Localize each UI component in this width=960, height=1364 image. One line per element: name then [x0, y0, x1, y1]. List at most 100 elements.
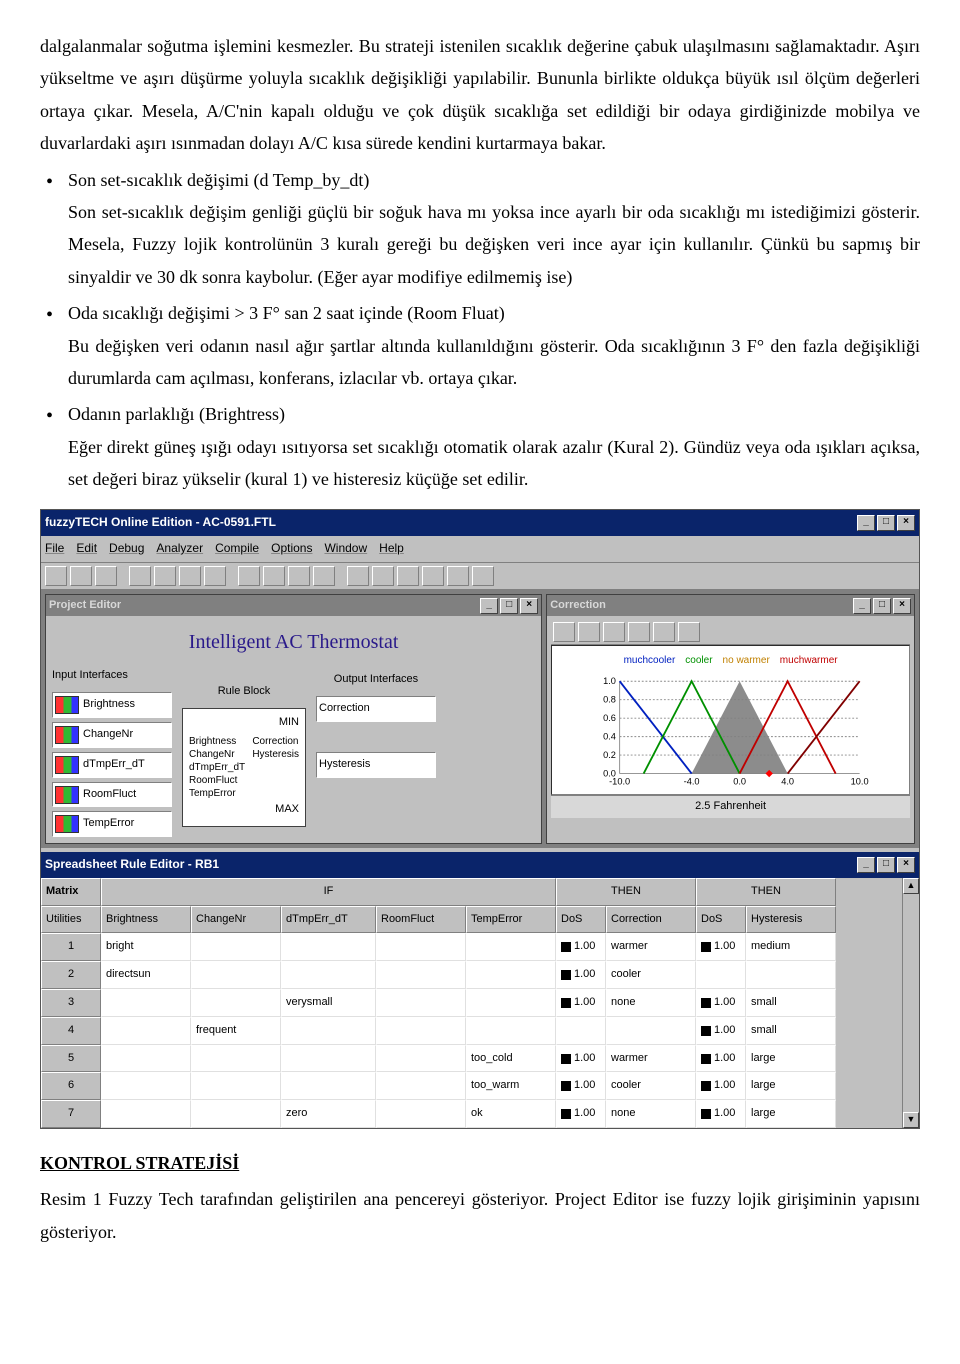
minimize-button[interactable]: _	[480, 598, 498, 614]
input-node-changenr[interactable]: ChangeNr	[52, 722, 172, 748]
toolbar-button[interactable]	[603, 622, 625, 642]
rule-cell[interactable]	[191, 933, 281, 961]
minimize-button[interactable]: _	[857, 857, 875, 873]
rule-cell[interactable]: 4	[41, 1017, 101, 1045]
dos-cell[interactable]: 1.00	[556, 989, 606, 1017]
col-dtmperr[interactable]: dTmpErr_dT	[281, 906, 376, 934]
input-node-temperror[interactable]: TempError	[52, 811, 172, 837]
dos-cell[interactable]: 1.00	[696, 1017, 746, 1045]
rule-cell[interactable]: too_cold	[466, 1045, 556, 1073]
dos-cell[interactable]: 1.00	[556, 1045, 606, 1073]
rule-cell[interactable]: warmer	[606, 933, 696, 961]
rule-cell[interactable]: none	[606, 1100, 696, 1128]
menu-compile[interactable]: Compile	[215, 538, 259, 560]
toolbar-button[interactable]	[129, 566, 151, 586]
toolbar-button[interactable]	[263, 566, 285, 586]
utilities-button[interactable]: Utilities	[41, 906, 101, 934]
rule-cell[interactable]	[376, 989, 466, 1017]
input-node-dtmperr[interactable]: dTmpErr_dT	[52, 752, 172, 778]
main-titlebar[interactable]: fuzzyTECH Online Edition - AC-0591.FTL _…	[41, 510, 919, 536]
col-changenr[interactable]: ChangeNr	[191, 906, 281, 934]
rule-cell[interactable]: bright	[101, 933, 191, 961]
toolbar-button[interactable]	[238, 566, 260, 586]
rule-cell[interactable]	[376, 961, 466, 989]
menu-file[interactable]: File	[45, 538, 64, 560]
rule-cell[interactable]	[376, 1045, 466, 1073]
rule-cell[interactable]: medium	[746, 933, 836, 961]
rule-cell[interactable]	[101, 1072, 191, 1100]
toolbar-button[interactable]	[313, 566, 335, 586]
toolbar-button[interactable]	[422, 566, 444, 586]
toolbar-button[interactable]	[70, 566, 92, 586]
toolbar-button[interactable]	[154, 566, 176, 586]
rule-cell[interactable]	[281, 1072, 376, 1100]
toolbar-button[interactable]	[578, 622, 600, 642]
rule-cell[interactable]	[376, 1072, 466, 1100]
rule-cell[interactable]: 5	[41, 1045, 101, 1073]
dos-cell[interactable]: 1.00	[696, 989, 746, 1017]
rule-cell[interactable]: large	[746, 1100, 836, 1128]
scroll-down-button[interactable]: ▼	[903, 1112, 919, 1128]
rule-row[interactable]: 7zerook1.00none1.00large	[41, 1100, 902, 1128]
rule-cell[interactable]	[101, 1100, 191, 1128]
rule-cell[interactable]: 1	[41, 933, 101, 961]
toolbar-button[interactable]	[179, 566, 201, 586]
menu-window[interactable]: Window	[324, 538, 367, 560]
toolbar-button[interactable]	[288, 566, 310, 586]
col-hysteresis[interactable]: Hysteresis	[746, 906, 836, 934]
rule-cell[interactable]	[466, 1017, 556, 1045]
menu-analyzer[interactable]: Analyzer	[156, 538, 203, 560]
toolbar-button[interactable]	[653, 622, 675, 642]
menu-debug[interactable]: Debug	[109, 538, 144, 560]
dos-cell[interactable]: 1.00	[696, 1100, 746, 1128]
rule-row[interactable]: 3verysmall1.00none1.00small	[41, 989, 902, 1017]
input-node-brightness[interactable]: Brightness	[52, 692, 172, 718]
dos-cell[interactable]: 1.00	[556, 961, 606, 989]
maximize-button[interactable]: □	[877, 857, 895, 873]
vertical-scrollbar[interactable]: ▲ ▼	[902, 878, 919, 1128]
rule-cell[interactable]: none	[606, 989, 696, 1017]
maximize-button[interactable]: □	[877, 515, 895, 531]
toolbar-button[interactable]	[45, 566, 67, 586]
rule-cell[interactable]	[466, 989, 556, 1017]
toolbar-button[interactable]	[204, 566, 226, 586]
rule-cell[interactable]: warmer	[606, 1045, 696, 1073]
rule-cell[interactable]: 7	[41, 1100, 101, 1128]
toolbar-button[interactable]	[553, 622, 575, 642]
menu-options[interactable]: Options	[271, 538, 312, 560]
rule-row[interactable]: 2directsun1.00cooler	[41, 961, 902, 989]
rule-cell[interactable]	[376, 1100, 466, 1128]
rule-cell[interactable]: too_warm	[466, 1072, 556, 1100]
dos-cell[interactable]	[556, 1017, 606, 1045]
rule-cell[interactable]: cooler	[606, 961, 696, 989]
close-button[interactable]: ×	[520, 598, 538, 614]
rule-row[interactable]: 6too_warm1.00cooler1.00large	[41, 1072, 902, 1100]
rule-cell[interactable]	[101, 989, 191, 1017]
menu-help[interactable]: Help	[379, 538, 404, 560]
rule-cell[interactable]: small	[746, 989, 836, 1017]
rule-cell[interactable]: 3	[41, 989, 101, 1017]
rule-cell[interactable]: 2	[41, 961, 101, 989]
dos-cell[interactable]: 1.00	[556, 1100, 606, 1128]
rule-cell[interactable]	[376, 933, 466, 961]
col-temperror[interactable]: TempError	[466, 906, 556, 934]
col-correction[interactable]: Correction	[606, 906, 696, 934]
minimize-button[interactable]: _	[857, 515, 875, 531]
rule-cell[interactable]: large	[746, 1072, 836, 1100]
col-roomfluct[interactable]: RoomFluct	[376, 906, 466, 934]
rule-cell[interactable]	[466, 933, 556, 961]
dos-cell[interactable]: 1.00	[696, 933, 746, 961]
toolbar-button[interactable]	[472, 566, 494, 586]
toolbar-button[interactable]	[628, 622, 650, 642]
matrix-button[interactable]: Matrix	[41, 878, 101, 906]
close-button[interactable]: ×	[897, 515, 915, 531]
rule-cell[interactable]	[191, 1100, 281, 1128]
rule-cell[interactable]	[606, 1017, 696, 1045]
rule-cell[interactable]	[376, 1017, 466, 1045]
rule-cell[interactable]: small	[746, 1017, 836, 1045]
rule-cell[interactable]	[101, 1017, 191, 1045]
rule-cell[interactable]	[281, 961, 376, 989]
rule-block[interactable]: MIN Brightness ChangeNr dTmpErr_dT RoomF…	[182, 708, 306, 827]
toolbar-button[interactable]	[372, 566, 394, 586]
col-dos-2[interactable]: DoS	[696, 906, 746, 934]
